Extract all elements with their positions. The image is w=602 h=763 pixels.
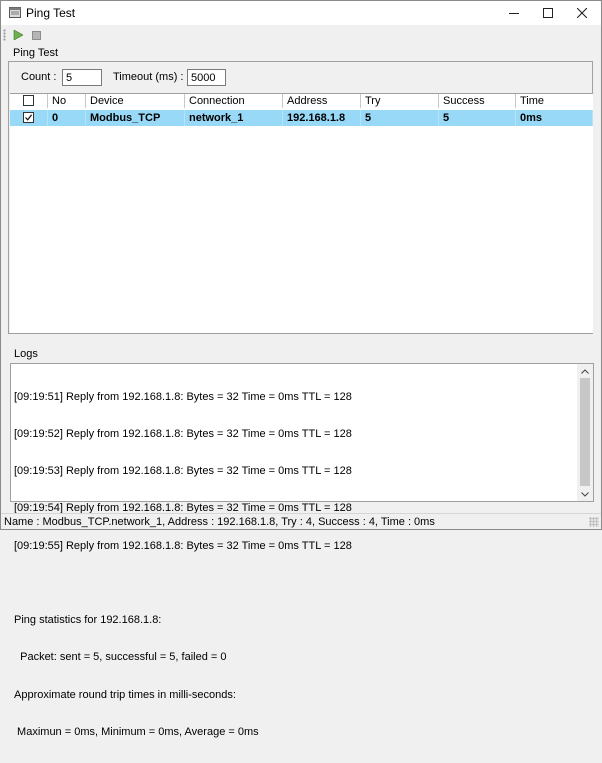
- row-checkbox[interactable]: [23, 112, 34, 123]
- maximize-icon: [543, 8, 553, 18]
- log-line: Packet: sent = 5, successful = 5, failed…: [14, 651, 227, 664]
- select-all-header: [10, 94, 48, 108]
- status-text: Name : Modbus_TCP.network_1, Address : 1…: [4, 516, 435, 528]
- toolbar: [1, 25, 601, 45]
- window-title: Ping Test: [26, 6, 76, 20]
- stop-ping-button[interactable]: [29, 28, 43, 42]
- log-line: [09:19:53] Reply from 192.168.1.8: Bytes…: [14, 465, 352, 478]
- count-input[interactable]: [62, 69, 102, 86]
- ping-parameters: Count : Timeout (ms) :: [9, 62, 592, 92]
- timeout-label: Timeout (ms) :: [113, 71, 184, 83]
- minimize-icon: [509, 13, 519, 14]
- log-line: [09:19:55] Reply from 192.168.1.8: Bytes…: [14, 539, 352, 552]
- logs-scrollbar[interactable]: [577, 364, 593, 501]
- log-line: Maximun = 0ms, Minimum = 0ms, Average = …: [14, 725, 259, 738]
- title-bar[interactable]: Ping Test: [1, 1, 601, 25]
- cell-address: 192.168.1.8: [283, 110, 361, 126]
- logs-text: [09:19:51] Reply from 192.168.1.8: Bytes…: [14, 366, 576, 763]
- logs-panel[interactable]: [09:19:51] Reply from 192.168.1.8: Bytes…: [10, 363, 594, 738]
- cell-time: 0ms: [516, 110, 593, 126]
- status-bar: Name : Modbus_TCP.network_1, Address : 1…: [1, 513, 601, 529]
- toolbar-grip[interactable]: [3, 29, 6, 41]
- table-row[interactable]: 0 Modbus_TCP network_1 192.168.1.8 5 5 0…: [10, 110, 593, 126]
- play-icon: [13, 30, 23, 40]
- log-line: [09:19:51] Reply from 192.168.1.8: Bytes…: [14, 390, 352, 403]
- log-line: [09:19:52] Reply from 192.168.1.8: Bytes…: [14, 428, 352, 441]
- ping-test-window: Ping Test Ping Test Count : Timeout (ms)…: [0, 0, 602, 738]
- logs-section-label: Logs: [14, 348, 38, 360]
- column-header-address[interactable]: Address: [283, 94, 361, 108]
- column-header-time[interactable]: Time: [516, 94, 593, 108]
- cell-try: 5: [361, 110, 439, 126]
- cell-device: Modbus_TCP: [86, 110, 185, 126]
- ping-test-panel: Count : Timeout (ms) : No Device Connect…: [8, 61, 593, 334]
- column-header-device[interactable]: Device: [86, 94, 185, 108]
- minimize-button[interactable]: [497, 1, 531, 25]
- column-header-success[interactable]: Success: [439, 94, 516, 108]
- scroll-thumb[interactable]: [580, 378, 590, 486]
- log-line: Approximate round trip times in milli-se…: [14, 688, 236, 701]
- column-header-connection[interactable]: Connection: [185, 94, 283, 108]
- row-select-cell: [10, 110, 48, 126]
- device-grid: No Device Connection Address Try Success…: [10, 93, 593, 333]
- resize-grip[interactable]: [589, 517, 599, 527]
- column-header-try[interactable]: Try: [361, 94, 439, 108]
- ping-test-section-label: Ping Test: [13, 47, 59, 59]
- start-ping-button[interactable]: [11, 28, 25, 42]
- stop-icon: [31, 30, 41, 40]
- cell-success: 5: [439, 110, 516, 126]
- chevron-up-icon: [581, 368, 589, 374]
- close-button[interactable]: [565, 1, 599, 25]
- window-app-icon: [9, 7, 21, 18]
- maximize-button[interactable]: [531, 1, 565, 25]
- scroll-up-button[interactable]: [577, 365, 593, 377]
- scroll-down-button[interactable]: [577, 488, 593, 500]
- cell-no: 0: [48, 110, 86, 126]
- column-header-no[interactable]: No: [48, 94, 86, 108]
- chevron-down-icon: [581, 491, 589, 497]
- select-all-checkbox[interactable]: [23, 95, 34, 106]
- log-line: Ping statistics for 192.168.1.8:: [14, 614, 162, 627]
- grid-header: No Device Connection Address Try Success…: [10, 94, 593, 108]
- check-icon: [25, 114, 33, 121]
- count-label: Count :: [21, 71, 57, 83]
- close-icon: [577, 8, 587, 18]
- cell-connection: network_1: [185, 110, 283, 126]
- timeout-input[interactable]: [187, 69, 226, 86]
